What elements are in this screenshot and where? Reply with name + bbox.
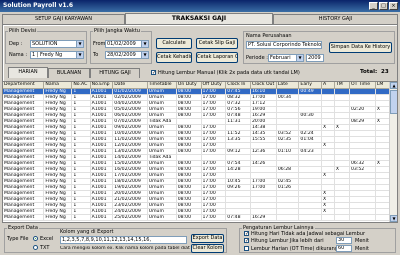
table-cell: Fredy Ng <box>43 214 73 221</box>
employee-group-label: Pilih Devisi <box>8 28 38 34</box>
company-name-input[interactable]: PT. Solusi Corporindo Teknologi <box>246 41 322 49</box>
table-cell <box>276 214 300 221</box>
from-date-value: 01/02/2009 <box>107 41 136 47</box>
table-cell: 16:29 <box>250 214 277 221</box>
export-data-button[interactable]: Export Data <box>191 234 224 243</box>
overtime-threshold-input[interactable]: 30 <box>336 237 352 244</box>
chevron-down-icon[interactable]: ▼ <box>76 41 83 47</box>
export-columns-label: Kolom yang di Export <box>60 229 114 235</box>
overtime-threshold-checkbox[interactable]: ✓ <box>244 238 249 244</box>
table-cell: 08:00 <box>176 214 202 221</box>
name-value: 1 | Fredy Ng <box>32 52 63 58</box>
chevron-down-icon[interactable]: ▼ <box>296 55 303 61</box>
manual-overtime-label: Hitung Lembur Manual (Klik 2x pada data … <box>158 70 300 76</box>
table-cell: 1 <box>71 214 91 221</box>
txt-label: TXT <box>40 245 50 251</box>
attendance-table: Departement Nama No.AC No.Emp Date Timetable O… <box>3 82 392 221</box>
tab-hitung-gaji[interactable]: HITUNG GAJI <box>90 68 140 78</box>
table-cell: 07:48 <box>225 214 251 221</box>
dep-value: SOLUTION <box>32 41 58 47</box>
save-history-button[interactable]: Simpan Data Ke History <box>329 42 392 53</box>
scroll-thumb[interactable] <box>390 90 397 114</box>
manual-overtime-checkbox[interactable]: ✓ <box>151 70 156 76</box>
table-cell: 25/02/2009 <box>112 214 148 221</box>
total-label: Total: <box>360 69 378 75</box>
tab-harian[interactable]: HARIAN <box>8 67 48 78</box>
table-cell: Management <box>3 214 45 221</box>
table-cell: 17:00 <box>201 214 227 221</box>
minimize-button[interactable]: _ <box>369 2 378 10</box>
tab-bulanan[interactable]: BULANAN <box>48 68 90 78</box>
export-columns-input[interactable]: 1,2,3,5,7,8,9,10,11,12,13,14,15,16, <box>60 236 187 244</box>
column-header[interactable]: Clock Out <box>250 82 277 89</box>
attendance-grid[interactable]: Departement Nama No.AC No.Emp Date Timetable O… <box>2 81 398 223</box>
name-select[interactable]: 1 | Fredy Ng ▼ <box>30 51 84 59</box>
table-cell <box>321 214 335 221</box>
calendar-dropdown-icon[interactable]: ▼ <box>141 41 148 47</box>
calendar-dropdown-icon[interactable]: ▼ <box>141 52 148 58</box>
export-group-label: Export Data <box>7 225 39 231</box>
to-date-value: 28/02/2009 <box>107 52 136 58</box>
dep-select[interactable]: SOLUTION ▼ <box>30 40 84 48</box>
overtime-threshold-unit: Menit <box>355 238 369 244</box>
txt-radio[interactable] <box>33 245 38 250</box>
count-unscheduled-checkbox[interactable]: ✓ <box>244 231 249 237</box>
excel-label: Excel <box>40 236 54 242</box>
daily-deduction-unit: Menit <box>355 246 369 252</box>
month-select[interactable]: Februari ▼ <box>268 54 304 62</box>
print-slip-button[interactable]: Cetak Slip Gaji <box>196 38 238 49</box>
clear-columns-button[interactable]: Clear Kolom <box>191 244 224 253</box>
tab-transaksi-gaji[interactable]: TRAKSAKSI GAJI <box>125 13 273 24</box>
close-button[interactable]: × <box>389 2 398 10</box>
from-label: From <box>93 41 106 47</box>
column-header[interactable]: No.Emp <box>90 82 114 89</box>
window-controls: _ □ × <box>369 2 398 10</box>
scroll-up-icon[interactable]: ▲ <box>390 82 397 89</box>
to-label: To <box>93 52 99 58</box>
period-label: Periode : <box>246 55 268 61</box>
table-cell: Umum <box>147 214 177 221</box>
daily-deduction-checkbox[interactable] <box>244 246 249 251</box>
table-cell: A1001 <box>90 214 114 221</box>
total-value: 23 <box>381 69 389 75</box>
to-date-picker[interactable]: 28/02/2009 ▼ <box>105 51 149 59</box>
calculate-button[interactable]: Calculate <box>156 38 192 49</box>
excel-radio[interactable] <box>33 236 38 241</box>
grid-vertical-scrollbar[interactable]: ▲ ▼ <box>389 82 397 222</box>
print-attendance-button[interactable]: Cetak Kehadiran <box>156 52 192 63</box>
table-cell <box>298 214 323 221</box>
print-salary-report-button[interactable]: Cetak Laporan Gaji <box>196 52 238 63</box>
daily-deduction-input[interactable]: 60 <box>336 245 352 252</box>
chevron-down-icon[interactable]: ▼ <box>76 52 83 58</box>
from-date-picker[interactable]: 01/02/2009 ▼ <box>105 40 149 48</box>
tab-setup-gaji[interactable]: SETUP GAJI KARYAWAN <box>2 14 125 24</box>
type-file-label: Type File <box>7 236 29 242</box>
overtime-threshold-label: Hitung Lembur Jika lebih dari <box>251 238 324 244</box>
table-cell <box>334 214 350 221</box>
year-input[interactable]: 2009 <box>306 54 324 62</box>
tab-history-gaji[interactable]: HISTORY GAJI <box>273 14 398 24</box>
export-hint: Cara mengisi kolom ex. Klik nama kolom p… <box>60 246 190 251</box>
window-title: Solution Payroll v1.6 <box>0 0 400 12</box>
dep-label: Dep : <box>9 41 23 47</box>
maximize-button[interactable]: □ <box>379 2 388 10</box>
table-row[interactable]: Management Fredy Ng 1 A1001 25/02/2009 Umum 08… <box>3 214 392 221</box>
daily-deduction-label: Lembur Harian (OT Time) dikurangi <box>251 246 340 252</box>
scroll-down-icon[interactable]: ▼ <box>390 215 397 222</box>
period-group-label: Pilih Jangka Waktu <box>93 28 141 34</box>
month-value: Februari <box>270 55 291 61</box>
company-name-label: Nama Perusahaan <box>246 33 292 39</box>
name-label: Nama : <box>9 52 28 58</box>
table-cell <box>349 214 376 221</box>
